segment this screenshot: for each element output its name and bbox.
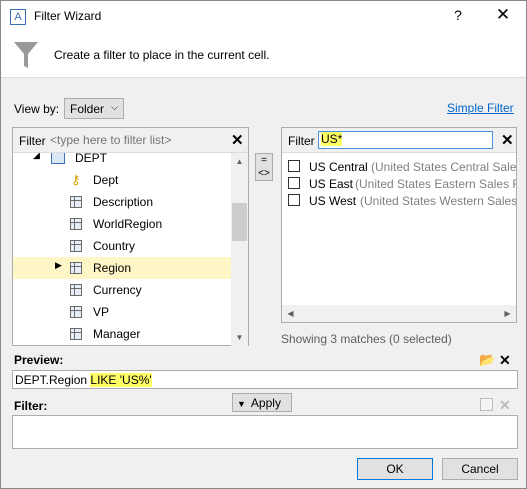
scroll-left-icon[interactable]: ◀ [282,305,299,322]
tree-item-dept[interactable]: ⚷ Dept [13,169,231,191]
tree-item-description[interactable]: Description [13,191,231,213]
tree-item-manager[interactable]: Manager [13,323,231,345]
save-icon[interactable] [480,398,493,411]
field-tree: ◢ DEPT ⚷ Dept Description WorldRegion Co… [13,153,231,346]
apply-button[interactable]: ▼ Apply [232,393,292,412]
app-icon: A [10,9,26,25]
tree-filter-input[interactable] [48,131,226,149]
matches-status: Showing 3 matches (0 selected) [281,332,452,346]
clear-preview-icon[interactable]: ✕ [499,352,511,369]
column-icon [70,240,82,252]
checkbox[interactable] [288,177,300,189]
values-panel: Filter US* ✕ US Central (United States C… [281,127,517,323]
tree-item-dept-table[interactable]: ◢ DEPT [13,153,231,169]
tree-item-region[interactable]: ▶ Region [13,257,231,279]
field-tree-panel: Filter ✕ ◢ DEPT ⚷ Dept Description World… [12,127,249,346]
column-icon [70,262,82,274]
values-filter-label: Filter [288,134,315,148]
checkbox[interactable] [288,194,300,206]
value-name: US Central [309,160,368,174]
table-icon [51,153,65,164]
value-name: US East [309,177,354,191]
help-button[interactable]: ? [448,7,468,23]
funnel-icon [14,42,38,68]
header-text: Create a filter to place in the current … [54,48,270,62]
operator-buttons: = <> [255,153,273,181]
expanded-arrow-icon[interactable]: ◢ [33,153,40,161]
scroll-thumb[interactable] [232,203,247,241]
tree-item-vp[interactable]: VP [13,301,231,323]
preview-expression: LIKE 'US%' [90,373,152,387]
column-icon [70,328,82,340]
key-icon: ⚷ [71,172,81,187]
filter-label: Filter: [14,399,48,413]
clear-tree-filter-icon[interactable]: ✕ [231,131,244,149]
value-description: (United States Central Sales [371,160,516,174]
view-by-label: View by: [14,102,60,116]
apply-label: Apply [250,396,281,410]
preview-field-name: DEPT.Region [15,373,88,387]
tree-scrollbar[interactable]: ▲ ▼ [231,153,248,346]
value-description: (United States Western Sales I [360,194,516,208]
list-item[interactable]: US West (United States Western Sales I [282,192,516,209]
tree-item-currency[interactable]: Currency [13,279,231,301]
tree-item-label: VP [93,305,110,319]
value-list: US Central (United States Central Sales … [282,156,516,306]
tree-item-label: Dept [93,173,119,187]
column-icon [70,218,82,230]
equals-button[interactable]: = [256,154,272,167]
column-icon [70,306,82,318]
tree-item-worldregion[interactable]: WorldRegion [13,213,231,235]
view-by-select[interactable]: Folder ⌵ [64,98,124,119]
tree-item-label: WorldRegion [93,217,163,231]
clear-filter-icon[interactable]: ✕ [499,397,511,414]
clear-values-filter-icon[interactable]: ✕ [501,131,514,149]
tree-item-label: Manager [93,327,141,341]
value-name: US West [309,194,357,208]
checkbox[interactable] [288,160,300,172]
tree-item-label: Currency [93,283,142,297]
tree-item-label: Region [93,261,132,275]
scroll-right-icon[interactable]: ▶ [499,305,516,322]
cancel-button[interactable]: Cancel [442,458,518,480]
title-bar: A Filter Wizard ? ✕ [1,1,526,31]
tree-item-label: DEPT [75,153,108,165]
list-item[interactable]: US East (United States Eastern Sales Re [282,175,516,192]
list-item[interactable]: US Central (United States Central Sales [282,158,516,175]
tree-item-label: Country [93,239,136,253]
values-filter-bar: Filter US* ✕ [282,128,516,153]
close-button[interactable]: ✕ [491,5,515,25]
value-description: (United States Eastern Sales Re [355,177,516,191]
dropdown-arrow-icon: ▼ [237,399,246,409]
tree-filter-label: Filter [19,134,46,148]
tree-item-country[interactable]: Country [13,235,231,257]
values-hscrollbar[interactable]: ◀ ▶ [282,305,516,322]
folder-open-icon[interactable]: 📂 [479,352,495,368]
values-filter-text: US* [321,132,343,146]
view-by-value: Folder [70,102,105,116]
tree-filter-bar: Filter ✕ [13,128,248,153]
window-title: Filter Wizard [34,9,102,23]
preview-field[interactable]: DEPT.Region LIKE 'US%' [12,370,518,389]
ok-button[interactable]: OK [357,458,433,480]
wizard-header: Create a filter to place in the current … [1,31,526,78]
filter-wizard-window: A Filter Wizard ? ✕ Create a filter to p… [0,0,527,489]
scroll-down-icon[interactable]: ▼ [231,329,248,346]
chevron-down-icon: ⌵ [111,102,118,112]
not-equals-button[interactable]: <> [256,167,272,180]
collapsed-arrow-icon[interactable]: ▶ [55,260,62,271]
scroll-up-icon[interactable]: ▲ [231,153,248,170]
values-filter-input[interactable]: US* [318,131,493,149]
column-icon [70,284,82,296]
simple-filter-link[interactable]: Simple Filter [447,101,514,115]
filter-textarea[interactable] [12,415,518,449]
preview-label: Preview: [14,353,64,367]
column-icon [70,196,82,208]
tree-item-label: Description [93,195,154,209]
